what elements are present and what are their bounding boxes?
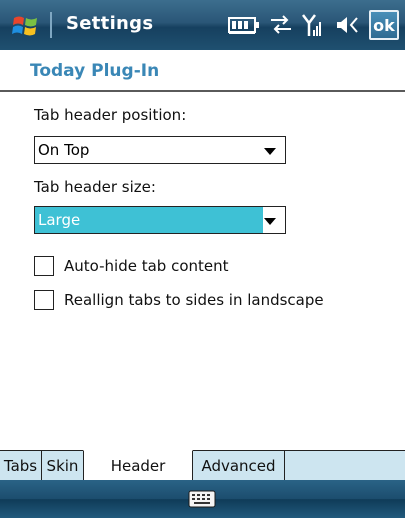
title-separator (50, 12, 52, 38)
keyboard-icon[interactable] (188, 490, 216, 512)
tab-header[interactable]: Header (83, 450, 193, 480)
page-title: Today Plug-In (30, 61, 160, 81)
volume-icon[interactable] (335, 13, 361, 37)
realign-label: Reallign tabs to sides in landscape (64, 291, 324, 309)
realign-checkbox[interactable] (34, 290, 54, 310)
chevron-down-icon (264, 218, 276, 225)
settings-content: Tab header position: On Top Tab header s… (0, 92, 405, 442)
tab-skin[interactable]: Skin (42, 450, 84, 480)
tab-header-position-value: On Top (38, 141, 90, 159)
ok-button[interactable]: ok (369, 10, 399, 40)
autohide-label: Auto-hide tab content (64, 257, 229, 275)
chevron-down-icon (264, 148, 276, 155)
bottom-menu-bar (0, 480, 405, 518)
tab-header-size-select[interactable]: Large (34, 206, 286, 234)
tab-header-position-select[interactable]: On Top (34, 136, 286, 164)
signal-icon[interactable] (301, 12, 327, 38)
page-header: Today Plug-In (0, 50, 405, 92)
tab-tabs[interactable]: Tabs (0, 450, 42, 480)
tab-advanced[interactable]: Advanced (193, 450, 285, 480)
tab-header-size-label: Tab header size: (34, 178, 156, 196)
realign-checkbox-row[interactable]: Reallign tabs to sides in landscape (34, 288, 324, 312)
connectivity-icon[interactable] (269, 14, 293, 36)
windows-start-icon[interactable] (10, 10, 42, 42)
tab-bar: Tabs Skin Header Advanced (0, 450, 405, 480)
tab-header-position-label: Tab header position: (34, 106, 187, 124)
battery-icon[interactable] (227, 15, 261, 35)
status-icons: ok (227, 8, 399, 42)
app-title: Settings (66, 13, 154, 34)
autohide-checkbox[interactable] (34, 256, 54, 276)
tab-header-size-value: Large (38, 211, 81, 229)
title-bar: Settings ok (0, 0, 405, 50)
autohide-checkbox-row[interactable]: Auto-hide tab content (34, 254, 229, 278)
